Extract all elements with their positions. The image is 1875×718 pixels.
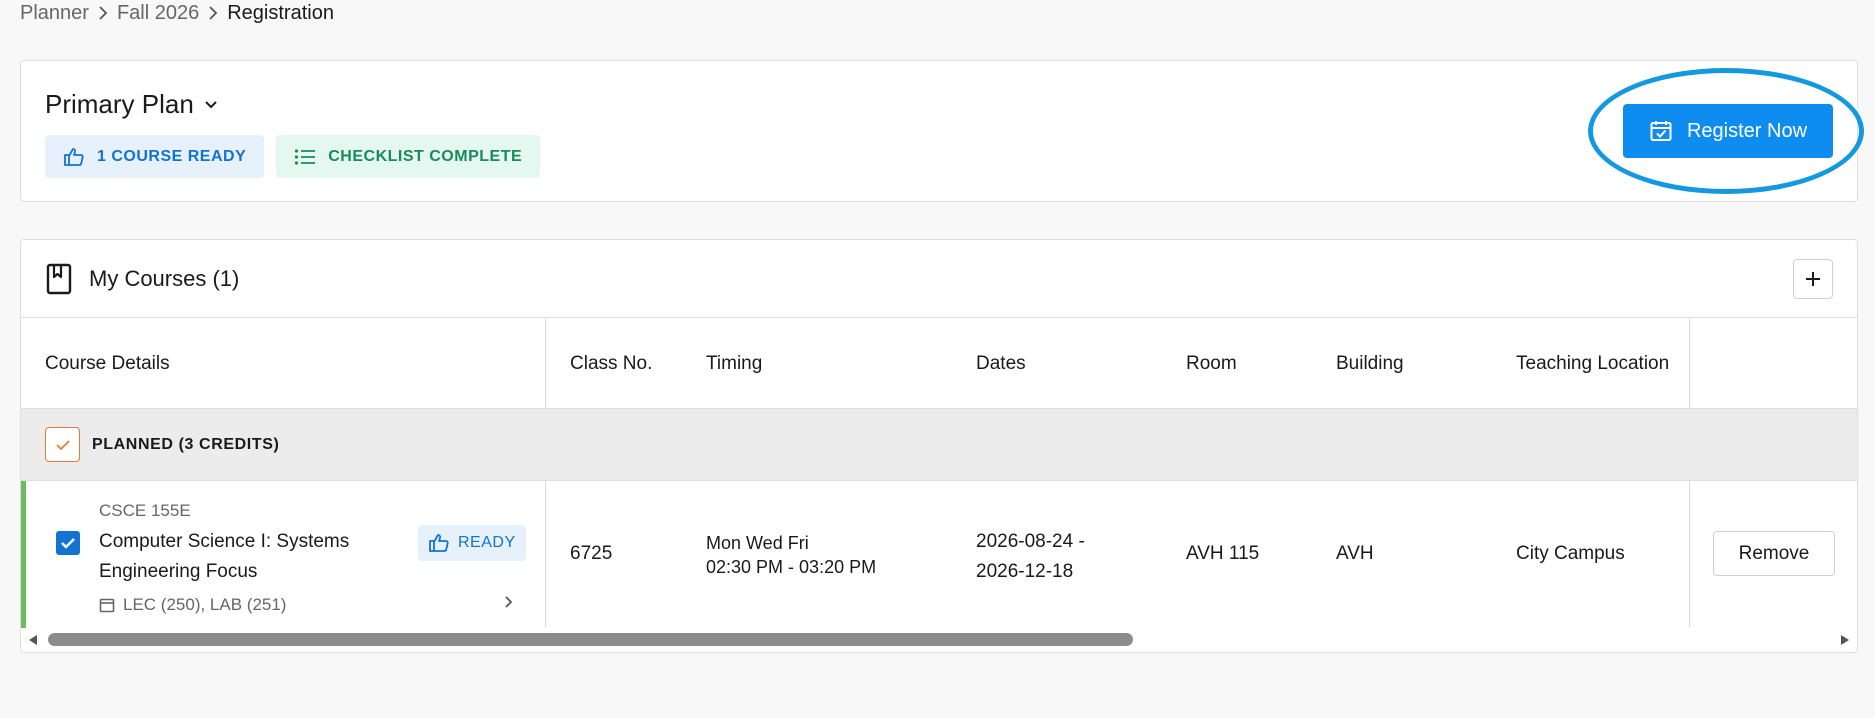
column-divider — [545, 481, 546, 628]
horizontal-scrollbar[interactable] — [21, 628, 1857, 652]
scroll-right-arrow-icon[interactable] — [1840, 634, 1850, 646]
courses-table: Course Details Class No. Timing Dates Ro… — [21, 318, 1857, 629]
column-divider — [1689, 318, 1690, 408]
book-icon — [46, 263, 72, 294]
calendar-icon — [99, 598, 115, 613]
col-room: Room — [1186, 352, 1237, 374]
table-row: CSCE 155E Computer Science I: Systems En… — [21, 481, 1857, 629]
chevron-right-icon — [207, 5, 219, 21]
course-name[interactable]: Computer Science I: Systems Engineering … — [99, 527, 399, 587]
my-courses-header: My Courses (1) — [21, 240, 1857, 318]
col-building: Building — [1336, 352, 1404, 374]
timing-days: Mon Wed Fri — [706, 533, 809, 553]
breadcrumb-registration: Registration — [227, 1, 334, 24]
ready-status-label: READY — [458, 534, 516, 551]
scroll-left-arrow-icon[interactable] — [28, 634, 38, 646]
add-course-button[interactable] — [1793, 259, 1833, 299]
course-sections-label: LEC (250), LAB (251) — [123, 595, 287, 614]
row-status-bar — [21, 481, 26, 628]
plan-title: Primary Plan — [45, 89, 194, 119]
my-courses-title: My Courses (1) — [89, 265, 240, 291]
course-code: CSCE 155E — [99, 501, 191, 520]
column-divider — [1689, 481, 1690, 628]
column-divider — [545, 318, 546, 408]
thumbs-up-icon — [64, 147, 84, 166]
register-now-button[interactable]: Register Now — [1623, 104, 1833, 158]
chevron-right-icon — [97, 5, 109, 21]
checklist-icon — [295, 148, 316, 165]
plan-card: Primary Plan 1 COURSE READY CHECKLIST CO… — [20, 60, 1858, 202]
thumbs-up-icon — [429, 534, 449, 552]
plan-selector[interactable]: Primary Plan — [45, 89, 218, 120]
checklist-label: CHECKLIST COMPLETE — [328, 147, 523, 165]
room-cell: AVH 115 — [1186, 543, 1260, 564]
col-class-no: Class No. — [570, 352, 653, 374]
plus-icon — [1806, 272, 1820, 286]
course-ready-label: 1 COURSE READY — [97, 147, 247, 165]
chevron-down-icon — [204, 100, 218, 110]
register-now-label: Register Now — [1686, 119, 1808, 142]
breadcrumb-fall-2026[interactable]: Fall 2026 — [117, 2, 199, 25]
planned-group-label: PLANNED (3 CREDITS) — [92, 435, 280, 453]
col-course-details: Course Details — [45, 352, 170, 374]
planned-group-row: PLANNED (3 CREDITS) — [21, 409, 1857, 481]
calendar-check-icon — [1650, 121, 1672, 141]
dates-cell: 2026-08-24 - 2026-12-18 — [976, 527, 1085, 587]
date-start: 2026-08-24 - — [976, 531, 1085, 552]
col-teaching-location: Teaching Location — [1516, 352, 1670, 374]
plan-badges: 1 COURSE READY CHECKLIST COMPLETE — [45, 135, 541, 178]
my-courses-card: My Courses (1) Course Details Class No. … — [20, 239, 1858, 653]
course-row-checkbox[interactable] — [56, 531, 80, 555]
date-end: 2026-12-18 — [976, 561, 1074, 582]
table-header: Course Details Class No. Timing Dates Ro… — [21, 318, 1857, 409]
timing-cell: Mon Wed Fri 02:30 PM - 03:20 PM — [706, 531, 876, 579]
class-number: 6725 — [570, 543, 613, 564]
expand-chevron-icon[interactable] — [503, 595, 513, 614]
check-icon — [55, 439, 70, 450]
course-sections: LEC (250), LAB (251) — [99, 595, 286, 615]
building-cell: AVH — [1336, 543, 1374, 564]
col-dates: Dates — [976, 352, 1026, 374]
remove-course-button[interactable]: Remove — [1713, 531, 1835, 576]
planned-group-checkbox[interactable] — [45, 427, 80, 462]
breadcrumb: Planner Fall 2026 Registration — [20, 0, 334, 26]
col-timing: Timing — [706, 352, 763, 374]
ready-status-badge: READY — [418, 525, 526, 561]
scrollbar-thumb[interactable] — [48, 633, 1133, 646]
timing-time: 02:30 PM - 03:20 PM — [706, 557, 877, 577]
check-icon — [61, 538, 75, 549]
checklist-badge: CHECKLIST COMPLETE — [276, 135, 541, 178]
breadcrumb-planner[interactable]: Planner — [20, 2, 89, 25]
course-ready-badge: 1 COURSE READY — [45, 135, 265, 178]
teaching-location-cell: City Campus — [1516, 543, 1625, 564]
